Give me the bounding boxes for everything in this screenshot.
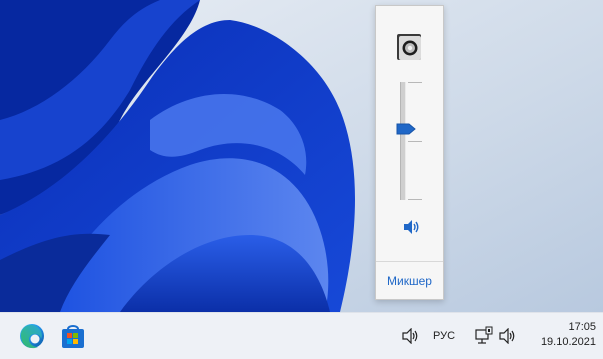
desktop-wallpaper xyxy=(0,0,603,312)
clock-time: 17:05 xyxy=(568,321,596,333)
volume-flyout: Микшер xyxy=(375,5,444,300)
clock[interactable]: 17:05 19.10.2021 xyxy=(520,320,596,350)
store-icon[interactable] xyxy=(58,321,88,351)
network-icon[interactable] xyxy=(474,326,494,346)
mixer-link[interactable]: Микшер xyxy=(376,274,443,288)
flyout-divider xyxy=(376,261,443,262)
edge-icon[interactable] xyxy=(17,321,47,351)
language-indicator[interactable]: РУС xyxy=(433,330,455,342)
speaker-device-icon[interactable] xyxy=(395,32,425,62)
volume-slider-thumb[interactable] xyxy=(396,123,416,135)
taskbar: РУС 17:05 19.10.2021 xyxy=(0,312,603,359)
slider-tick xyxy=(408,141,422,142)
clock-date: 19.10.2021 xyxy=(540,336,596,348)
volume-tray-icon[interactable] xyxy=(401,328,419,344)
volume-slider[interactable] xyxy=(396,82,424,202)
mute-speaker-icon[interactable] xyxy=(402,219,420,235)
slider-tick xyxy=(408,199,422,200)
slider-tick xyxy=(408,82,422,83)
volume-tray-icon-secondary[interactable] xyxy=(498,328,516,344)
volume-slider-track[interactable] xyxy=(400,82,406,200)
